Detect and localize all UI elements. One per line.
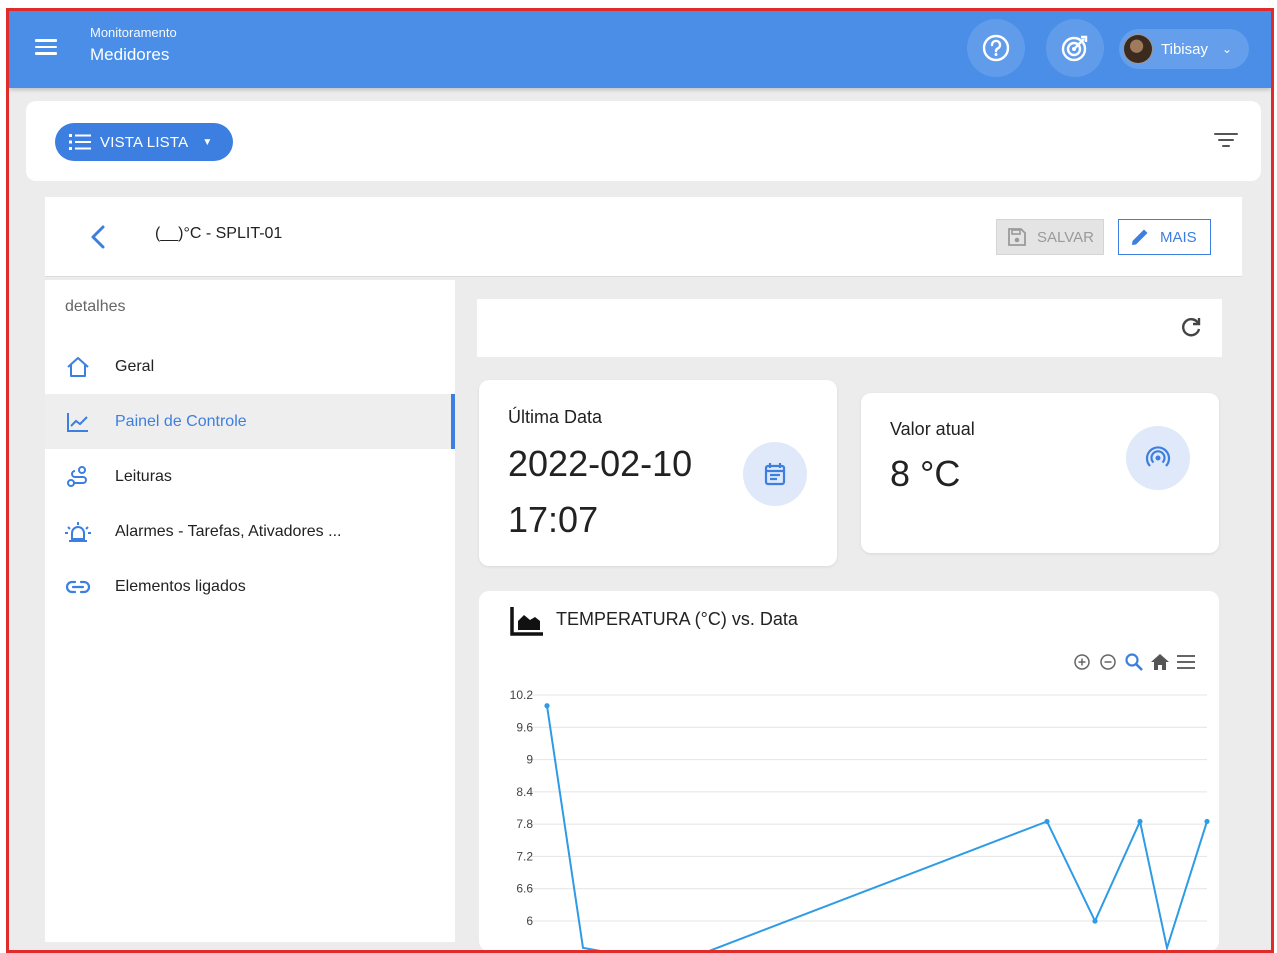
breadcrumb-parent[interactable]: Monitoramento <box>90 25 177 40</box>
sensor-icon <box>1145 446 1171 467</box>
y-tick-label: 6 <box>526 914 533 928</box>
user-menu[interactable]: Tibisay ⌄ <box>1119 29 1249 69</box>
sidebar-item-label: Elementos ligados <box>115 577 246 595</box>
sidebar-item-alarmes[interactable]: Alarmes - Tarefas, Ativadores ... <box>45 504 455 559</box>
breadcrumb: Monitoramento Medidores <box>90 25 177 65</box>
help-icon <box>982 34 1010 62</box>
more-button[interactable]: MAIS <box>1118 219 1211 255</box>
refresh-icon[interactable] <box>1178 315 1204 341</box>
sensor-badge <box>1126 426 1190 490</box>
sidebar-item-geral[interactable]: Geral <box>45 339 455 394</box>
app-frame: Monitoramento Medidores Tibisay ⌄ VISTA … <box>6 8 1274 953</box>
current-value-card: Valor atual 8 °C <box>861 393 1219 553</box>
alarm-icon <box>65 521 91 542</box>
current-value-label: Valor atual <box>890 419 975 439</box>
last-date-label: Última Data <box>508 407 603 427</box>
sidebar-item-elementos-ligados[interactable]: Elementos ligados <box>45 559 455 614</box>
toolbar-card: VISTA LISTA ▼ <box>26 101 1261 181</box>
last-date-card: Última Data 2022-02-10 17:07 <box>479 380 837 566</box>
data-point[interactable] <box>1092 918 1098 924</box>
y-tick-label: 8.4 <box>516 785 533 799</box>
sidebar-item-label: Leituras <box>115 467 172 485</box>
y-tick-label: 9.6 <box>516 720 533 734</box>
sidebar-item-leituras[interactable]: Leituras <box>45 449 455 504</box>
page-title: Medidores <box>90 45 170 64</box>
hamburger-menu-icon[interactable] <box>35 35 63 63</box>
refresh-bar <box>477 299 1222 357</box>
list-icon <box>69 134 91 150</box>
y-tick-label: 7.2 <box>516 849 533 863</box>
temperature-line-chart: 10.2 9.6 9 8.4 7.8 7.2 6.6 6 <box>510 688 1210 950</box>
series-line <box>546 705 1208 950</box>
y-tick-label: 10.2 <box>510 688 534 702</box>
data-point[interactable] <box>1044 818 1050 825</box>
save-button[interactable]: SALVAR <box>996 219 1104 255</box>
details-sidebar: detalhes Geral Painel de Controle Leitur… <box>45 280 455 942</box>
record-title: (__)°C - SPLIT-01 <box>155 225 283 242</box>
chart-line-icon <box>67 412 88 432</box>
sidebar-item-painel-de-controle[interactable]: Painel de Controle <box>45 394 455 449</box>
more-label: MAIS <box>1160 228 1197 246</box>
save-icon <box>1008 228 1026 246</box>
back-arrow-icon[interactable] <box>87 223 111 251</box>
detail-header: (__)°C - SPLIT-01 SALVAR MAIS <box>45 197 1242 277</box>
help-button[interactable] <box>967 19 1025 77</box>
readings-icon <box>67 465 87 487</box>
view-list-button[interactable]: VISTA LISTA ▼ <box>55 123 233 161</box>
last-date-value: 2022-02-10 17:07 <box>508 443 693 540</box>
pencil-icon <box>1132 229 1148 245</box>
avatar <box>1123 34 1153 64</box>
filter-icon[interactable] <box>1211 129 1241 155</box>
data-point[interactable] <box>544 703 550 709</box>
data-point[interactable] <box>1204 818 1210 825</box>
sidebar-item-label: Alarmes - Tarefas, Ativadores ... <box>115 522 342 540</box>
target-icon <box>1061 35 1088 62</box>
y-tick-label: 9 <box>526 753 533 767</box>
home-icon <box>67 356 89 377</box>
view-list-label: VISTA LISTA <box>100 133 189 151</box>
chevron-down-icon: ⌄ <box>1221 42 1233 56</box>
user-name: Tibisay <box>1161 40 1208 58</box>
y-tick-label: 6.6 <box>516 882 533 896</box>
calendar-icon <box>764 463 786 486</box>
caret-down-icon: ▼ <box>202 136 213 148</box>
calendar-badge <box>743 442 807 506</box>
y-tick-label: 7.8 <box>516 817 533 831</box>
sidebar-item-label: Painel de Controle <box>115 412 247 430</box>
current-value: 8 °C <box>890 453 961 494</box>
sidebar-heading: detalhes <box>65 298 126 315</box>
top-bar: Monitoramento Medidores Tibisay ⌄ <box>9 11 1271 88</box>
save-label: SALVAR <box>1037 228 1094 246</box>
link-icon <box>65 580 91 593</box>
target-button[interactable] <box>1046 19 1104 77</box>
temperature-chart-card: TEMPERATURA (°C) vs. Data 10.2 9.6 9 8.4 7.8… <box>479 591 1219 950</box>
data-point[interactable] <box>1137 818 1143 825</box>
sidebar-item-label: Geral <box>115 357 155 375</box>
